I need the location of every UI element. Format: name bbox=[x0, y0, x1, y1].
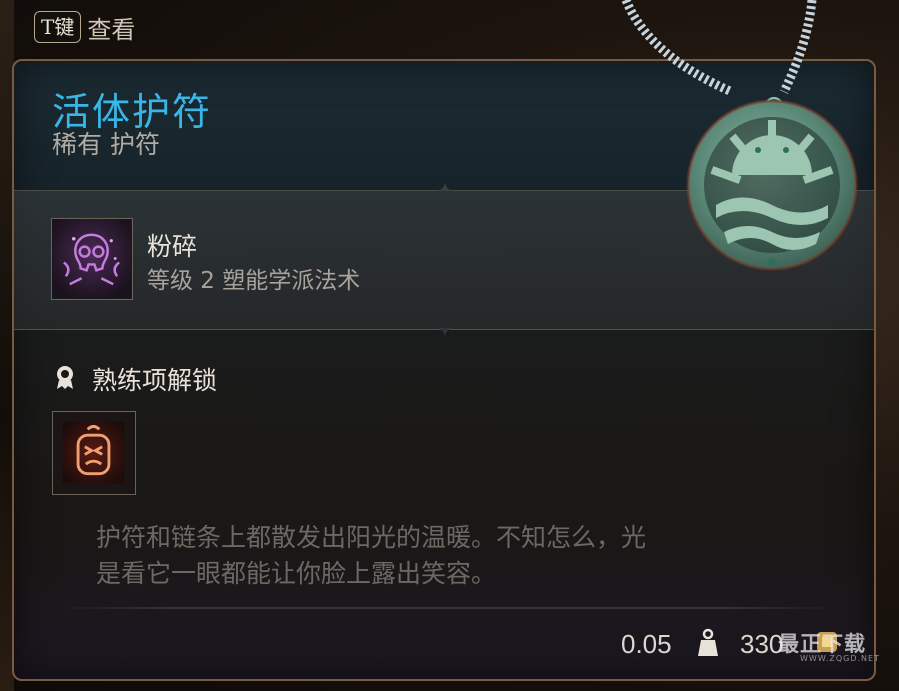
description-line: 是看它一眼都能让你脸上露出笑容。 bbox=[96, 559, 497, 588]
weight-icon bbox=[698, 628, 718, 656]
proficiency-title: 熟练项解锁 bbox=[92, 366, 218, 395]
item-rarity-type: 稀有 护符 bbox=[52, 130, 160, 159]
ribbon-badge-icon bbox=[57, 366, 73, 389]
description-line: 护符和链条上都散发出阳光的温暖。不知怎么，光 bbox=[96, 523, 647, 552]
hotkey-badge: T键 bbox=[34, 11, 82, 43]
item-weight: 0.05 bbox=[621, 629, 672, 659]
item-description: 护符和链条上都散发出阳光的温暖。不知怎么，光 是看它一眼都能让你脸上露出笑容。 bbox=[96, 520, 816, 592]
inspect-label: 查看 bbox=[87, 15, 136, 44]
shatter-spell-icon[interactable] bbox=[51, 218, 133, 300]
spell-name: 粉碎 bbox=[147, 232, 198, 261]
amulet-proficiency-icon[interactable] bbox=[52, 411, 136, 495]
inspect-hint[interactable]: T键 查看 bbox=[34, 9, 135, 45]
footer-divider bbox=[58, 607, 838, 609]
site-watermark-url: WWW.ZQGD.NET bbox=[800, 654, 880, 663]
divider-notch bbox=[437, 181, 453, 191]
item-gold-value: 330 bbox=[740, 629, 784, 659]
spell-level-school: 等级 2 塑能学派法术 bbox=[147, 268, 361, 294]
divider-notch bbox=[437, 328, 453, 338]
amulet-item-icon bbox=[621, 0, 858, 271]
